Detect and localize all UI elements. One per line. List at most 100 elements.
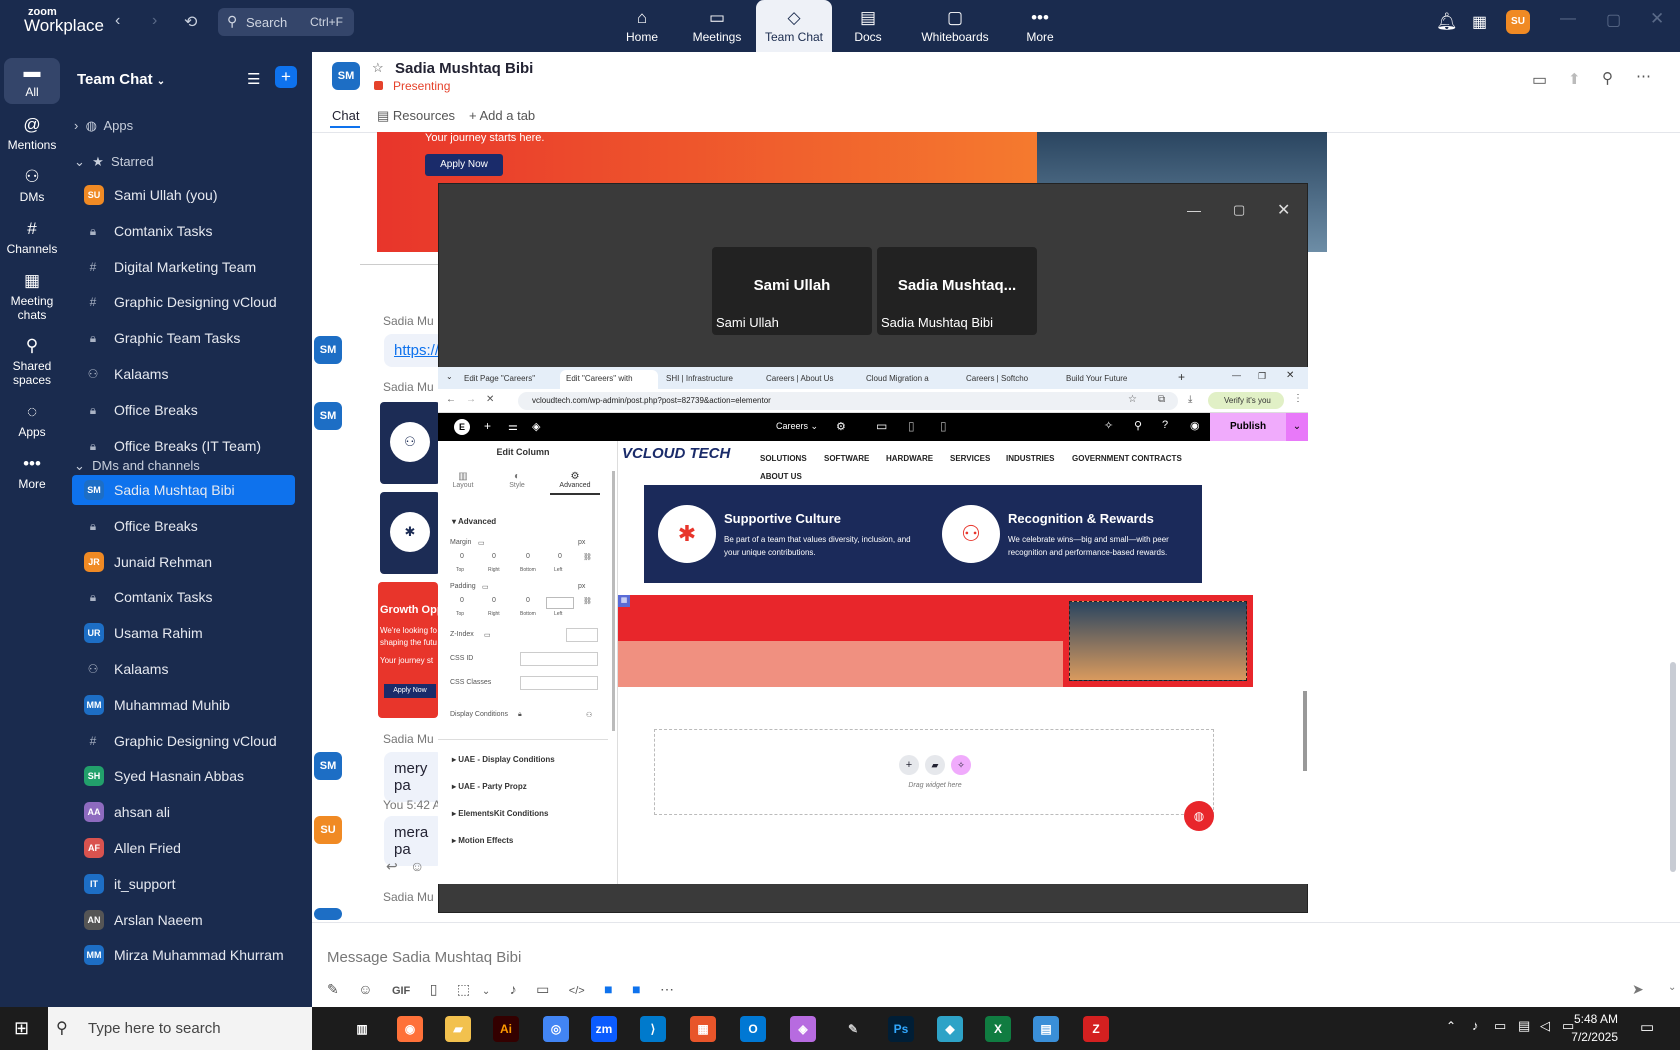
nav-about[interactable]: ABOUT US xyxy=(760,472,802,481)
excel-icon[interactable]: X xyxy=(985,1016,1011,1042)
publish-options-icon[interactable]: ⌄ xyxy=(1286,413,1308,441)
culture-image-2[interactable]: ✱ xyxy=(380,492,440,574)
code-icon[interactable]: </> xyxy=(569,985,585,997)
dms-section[interactable]: ⌄ DMs and channels xyxy=(74,458,200,474)
sidebar-item[interactable]: # Graphic Designing vCloud xyxy=(72,287,295,317)
vscode-icon[interactable]: ⟩ xyxy=(640,1016,666,1042)
canvas-scrollbar[interactable] xyxy=(1303,691,1307,771)
zindex-device-icon[interactable]: ▭ xyxy=(484,631,491,639)
sidebar-item[interactable]: 🔒︎ Office Breaks (IT Team) xyxy=(72,431,295,461)
panel-scrollbar[interactable] xyxy=(612,471,615,731)
tab-resources[interactable]: ▤ Resources xyxy=(377,108,455,124)
accordion-uae-display[interactable]: ▸ UAE - Display Conditions xyxy=(452,755,555,764)
layers-icon[interactable]: ◈ xyxy=(532,420,540,433)
publish-button[interactable]: Publish xyxy=(1210,413,1286,441)
back-arrow-icon[interactable]: ‹ xyxy=(115,12,120,30)
zindex-input[interactable] xyxy=(566,628,598,642)
add-tab-button[interactable]: + Add a tab xyxy=(469,108,535,123)
browser-tab-5[interactable]: Cloud Migration a xyxy=(860,370,958,389)
margin-device-icon[interactable]: ▭ xyxy=(478,539,485,547)
verify-button[interactable]: Verify it's you xyxy=(1208,392,1284,409)
sidebar-item[interactable]: ⚇ Kalaams xyxy=(72,359,295,389)
video-tile-2[interactable]: Sadia Mushtaq... Sadia Mushtaq Bibi xyxy=(877,247,1037,335)
panel-tab-layout[interactable]: ▥ Layout xyxy=(448,471,478,489)
message-input[interactable]: Message Sadia Mushtaq Bibi xyxy=(327,949,521,966)
drop-zone[interactable]: + ▰ ✧ Drag widget here xyxy=(654,729,1214,815)
padding-device-icon[interactable]: ▭ xyxy=(482,583,489,591)
elementor-logo-icon[interactable]: E xyxy=(454,419,470,435)
padding-top-input[interactable]: 0 xyxy=(448,597,476,609)
new-chat-button[interactable]: + xyxy=(275,66,297,88)
stairs-photo[interactable] xyxy=(1069,601,1247,681)
rail-all[interactable]: ▬ All xyxy=(4,58,60,104)
browser-tab-2[interactable]: Edit "Careers" with xyxy=(560,370,658,389)
sidebar-item[interactable]: SH Syed Hasnain Abbas xyxy=(72,761,295,791)
sidebar-item[interactable]: MM Muhammad Muhib xyxy=(72,690,295,720)
windows-start-icon[interactable]: ⊞ xyxy=(14,1018,29,1039)
settings-sliders-icon[interactable]: ⚌ xyxy=(508,420,518,433)
browser-tab-6[interactable]: Careers | Softcho xyxy=(960,370,1058,389)
template-folder-icon[interactable]: ▰ xyxy=(925,755,945,775)
nav-solutions[interactable]: SOLUTIONS xyxy=(760,454,807,463)
sidebar-item[interactable]: 🔒︎ Comtanix Tasks xyxy=(72,582,295,612)
browser-stop-icon[interactable]: ✕ xyxy=(486,394,494,405)
rail-meeting-chats[interactable]: ▦ Meeting chats xyxy=(0,271,64,322)
growth-image[interactable]: Growth Opp We're looking fo shaping the … xyxy=(378,582,438,718)
nav-hardware[interactable]: HARDWARE xyxy=(886,454,933,463)
add-element-icon[interactable]: + xyxy=(484,419,491,433)
selected-column[interactable] xyxy=(618,595,1063,687)
link-message[interactable]: https:// xyxy=(384,334,444,367)
nav-government[interactable]: GOVERNMENT CONTRACTS xyxy=(1072,454,1182,463)
file-icon[interactable]: ▯ xyxy=(430,981,438,997)
sidebar-item[interactable]: # Graphic Designing vCloud xyxy=(72,726,295,756)
tab-docs[interactable]: ▤ Docs xyxy=(830,0,906,52)
cssclasses-input[interactable] xyxy=(520,676,598,690)
diamond-app-icon[interactable]: ◆ xyxy=(937,1016,963,1042)
reply-icon[interactable]: ↩ xyxy=(386,858,398,875)
advanced-section[interactable]: ▾ Advanced xyxy=(452,517,496,526)
page-selector[interactable]: Careers ⌄ xyxy=(776,421,818,432)
tray-mic-icon[interactable]: ♪ xyxy=(1472,1018,1479,1033)
panel-tab-style[interactable]: ◐ Style xyxy=(502,471,532,489)
accordion-elementskit[interactable]: ▸ ElementsKit Conditions xyxy=(452,809,548,818)
browser-forward-icon[interactable]: → xyxy=(466,394,476,405)
clock-date[interactable]: 7/2/2025 xyxy=(1562,1030,1618,1044)
popup-close-icon[interactable]: ✕ xyxy=(1277,200,1290,220)
sidebar-item[interactable]: AA ahsan ali xyxy=(72,797,295,827)
sidebar-item[interactable]: 🔒︎ Graphic Team Tasks xyxy=(72,323,295,353)
rail-more[interactable]: ••• More xyxy=(0,454,64,491)
popup-maximize-icon[interactable]: ▢ xyxy=(1233,202,1245,218)
gif-icon[interactable]: GIF xyxy=(392,985,410,997)
nav-services[interactable]: SERVICES xyxy=(950,454,990,463)
tab-team-chat[interactable]: ◇ Team Chat xyxy=(756,0,832,52)
browser-tab-3[interactable]: SHI | Infrastructure xyxy=(660,370,758,389)
nav-industries[interactable]: INDUSTRIES xyxy=(1006,454,1054,463)
tab-more[interactable]: ••• More xyxy=(1002,0,1078,52)
rail-dms[interactable]: ⚇ DMs xyxy=(0,167,64,204)
minimize-window-icon[interactable]: — xyxy=(1560,10,1576,28)
notes-icon[interactable]: ▤ xyxy=(1033,1016,1059,1042)
tray-chevron-icon[interactable]: ⌃ xyxy=(1446,1019,1456,1033)
illustrator-icon[interactable]: Ai xyxy=(493,1016,519,1042)
accordion-motion[interactable]: ▸ Motion Effects xyxy=(452,836,513,845)
tab-home[interactable]: ⌂ Home xyxy=(604,0,680,52)
sidebar-item[interactable]: AF Allen Fried xyxy=(72,833,295,863)
tray-zoom-icon[interactable]: ▭ xyxy=(1494,1018,1506,1034)
app-2-icon[interactable]: ■ xyxy=(632,981,640,997)
app-1-icon[interactable]: ■ xyxy=(604,981,612,997)
screenshot-icon[interactable]: ⬚ xyxy=(457,981,470,997)
nav-software[interactable]: SOFTWARE xyxy=(824,454,869,463)
starred-section[interactable]: ⌄ ★ Starred xyxy=(74,154,154,170)
filter-icon[interactable]: ☰ xyxy=(247,70,260,88)
task-view-icon[interactable]: ▥ xyxy=(349,1016,375,1042)
calendar-icon[interactable]: ▦ xyxy=(1472,12,1487,32)
padding-unit[interactable]: px xyxy=(578,583,585,590)
photos-icon[interactable]: ◈ xyxy=(790,1016,816,1042)
accordion-uae-party[interactable]: ▸ UAE - Party Propz xyxy=(452,782,527,791)
sidebar-item[interactable]: 🔒︎ Comtanix Tasks xyxy=(72,216,295,246)
padding-bottom-input[interactable]: 0 xyxy=(514,597,542,609)
address-field[interactable]: vcloudtech.com/wp-admin/post.php?post=82… xyxy=(518,392,1178,410)
margin-bottom-input[interactable]: 0 xyxy=(514,553,542,565)
site-logo[interactable]: VCLOUD TECH xyxy=(622,445,730,462)
pen-icon[interactable]: ✎ xyxy=(840,1016,866,1042)
